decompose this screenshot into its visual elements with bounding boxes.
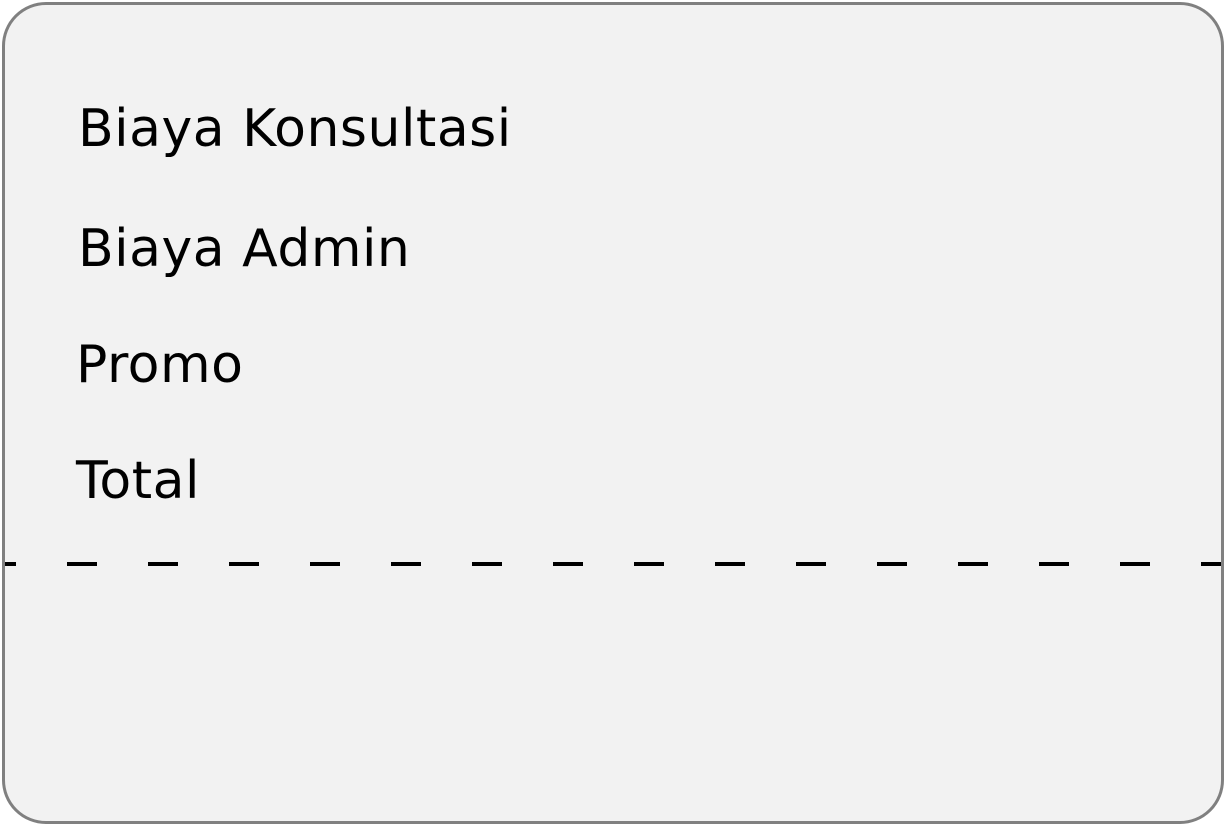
- total-label: Total: [76, 451, 200, 511]
- dashed-divider: [5, 562, 1221, 566]
- admin-fee-label: Biaya Admin: [78, 219, 411, 279]
- consultation-fee-label: Biaya Konsultasi: [78, 99, 512, 159]
- promo-label: Promo: [76, 335, 244, 395]
- payment-summary-card: Biaya Konsultasi Biaya Admin Promo Total: [2, 2, 1224, 824]
